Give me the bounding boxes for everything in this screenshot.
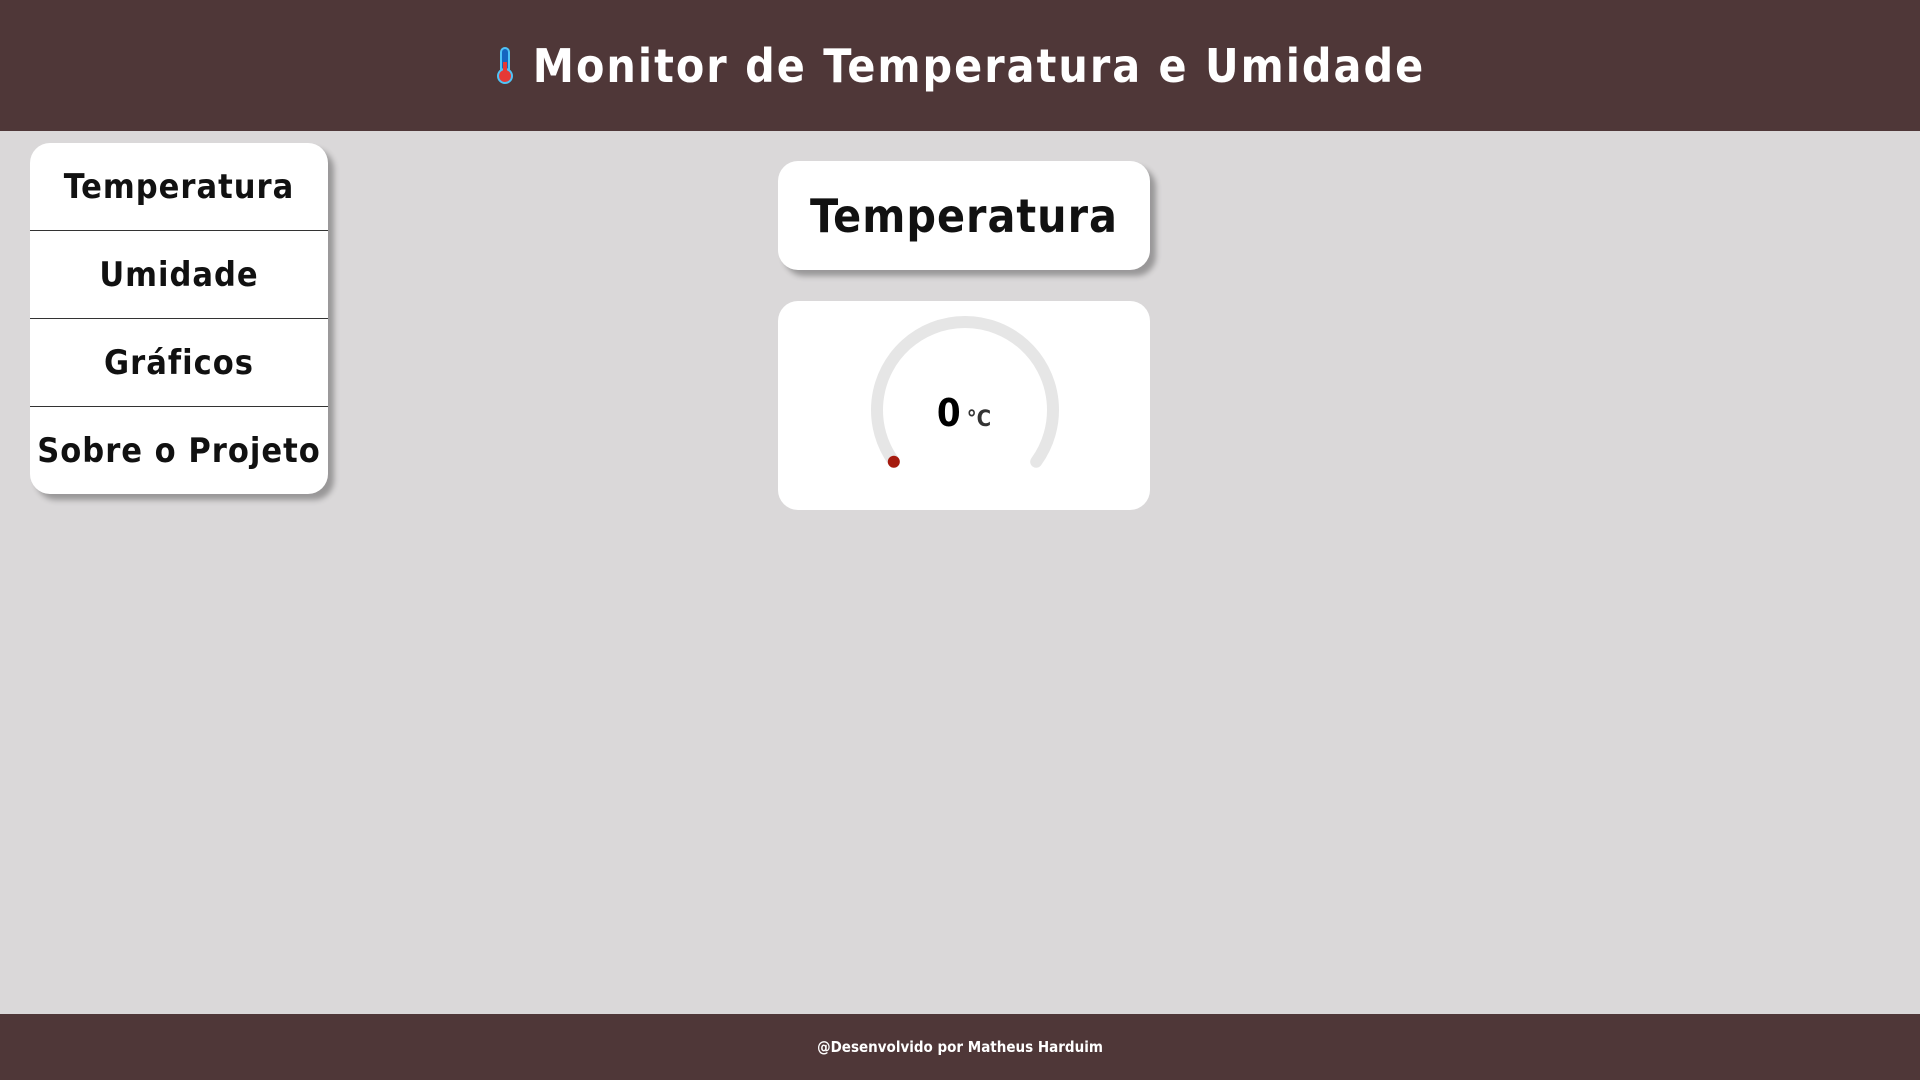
gauge-value: 0: [936, 391, 961, 435]
app-header: Monitor de Temperatura e Umidade: [0, 0, 1920, 131]
gauge-readout: 0 °C: [778, 391, 1150, 435]
sidebar-item-graficos[interactable]: Gráficos: [30, 319, 328, 407]
gauge-unit: °C: [966, 407, 992, 432]
page-title: Temperatura: [778, 161, 1150, 270]
footer: @Desenvolvido por Matheus Harduim: [0, 1014, 1920, 1080]
temperature-gauge-card: 0 °C: [778, 301, 1150, 510]
thermometer-icon: [496, 46, 513, 84]
app-title-text: Monitor de Temperatura e Umidade: [532, 38, 1426, 93]
sidebar: Temperatura Umidade Gráficos Sobre o Pro…: [30, 143, 328, 494]
footer-credit: @Desenvolvido por Matheus Harduim: [817, 1038, 1103, 1056]
gauge-indicator: [887, 455, 900, 468]
sidebar-item-umidade[interactable]: Umidade: [30, 231, 328, 319]
sidebar-item-temperatura[interactable]: Temperatura: [30, 143, 328, 231]
sidebar-item-sobre[interactable]: Sobre o Projeto: [30, 407, 328, 494]
app-title: Monitor de Temperatura e Umidade: [495, 39, 1425, 93]
